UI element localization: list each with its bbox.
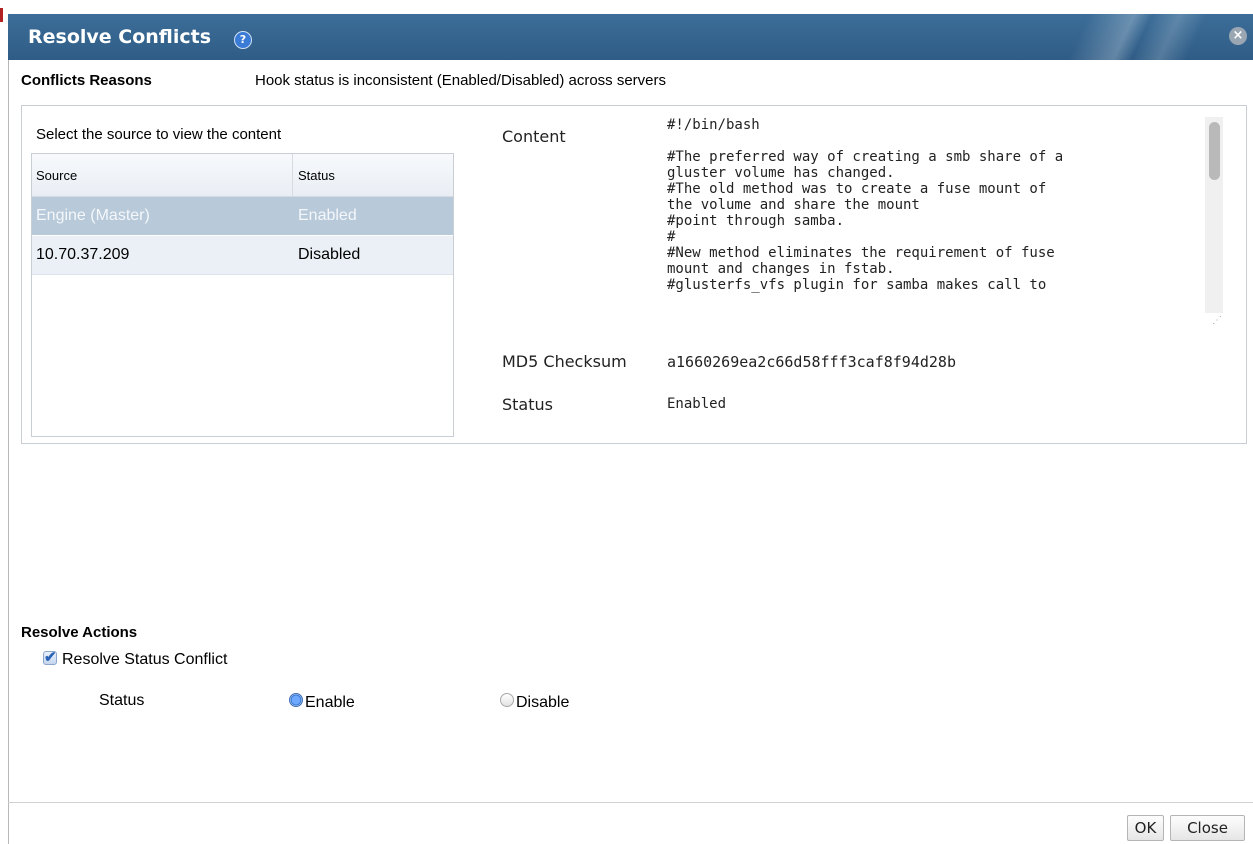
dialog-titlebar: Resolve Conflicts ? × bbox=[8, 14, 1253, 60]
status-label: Status bbox=[502, 395, 553, 414]
resolve-actions-label: Resolve Actions bbox=[21, 624, 138, 641]
action-status-label: Status bbox=[99, 692, 145, 709]
md5-checksum-label: MD5 Checksum bbox=[502, 352, 627, 371]
row-source: Engine (Master) bbox=[36, 207, 150, 224]
close-icon[interactable]: × bbox=[1229, 27, 1247, 45]
source-table-header: Source Status bbox=[32, 154, 453, 197]
disable-radio[interactable] bbox=[500, 693, 514, 707]
column-header-source[interactable]: Source bbox=[36, 168, 77, 183]
source-caption: Select the source to view the content bbox=[36, 126, 282, 143]
column-header-status[interactable]: Status bbox=[298, 168, 335, 183]
enable-radio[interactable] bbox=[289, 693, 303, 707]
row-status: Enabled bbox=[298, 207, 357, 224]
md5-checksum-value: a1660269ea2c66d58fff3caf8f94d28b bbox=[667, 353, 956, 371]
close-button[interactable]: Close bbox=[1170, 815, 1245, 841]
content-scrollbar-thumb[interactable] bbox=[1209, 122, 1220, 180]
ok-button[interactable]: OK bbox=[1127, 815, 1164, 841]
row-status: Disabled bbox=[298, 246, 361, 263]
check-icon: ✔ bbox=[44, 649, 57, 666]
dialog-title: Resolve Conflicts bbox=[28, 26, 212, 48]
content-text: #!/bin/bash #The preferred way of creati… bbox=[667, 117, 1064, 293]
disable-radio-label[interactable]: Disable bbox=[516, 694, 569, 712]
resize-grip-icon[interactable]: ⋰ bbox=[1212, 315, 1222, 326]
conflicts-reasons-label: Conflicts Reasons bbox=[21, 72, 152, 89]
conflicts-reasons-text: Hook status is inconsistent (Enabled/Dis… bbox=[255, 72, 667, 89]
help-icon[interactable]: ? bbox=[234, 31, 252, 49]
table-row[interactable]: Engine (Master) Enabled bbox=[32, 197, 453, 235]
resolve-status-checkbox[interactable]: ✔ bbox=[43, 649, 57, 666]
status-value: Enabled bbox=[667, 396, 727, 412]
resolve-status-checkbox-label[interactable]: Resolve Status Conflict bbox=[62, 651, 227, 669]
left-edge bbox=[0, 8, 6, 844]
table-row[interactable]: 10.70.37.209 Disabled bbox=[32, 236, 453, 275]
content-textarea[interactable]: #!/bin/bash #The preferred way of creati… bbox=[667, 117, 1227, 330]
enable-radio-label[interactable]: Enable bbox=[305, 694, 355, 712]
row-source: 10.70.37.209 bbox=[36, 246, 130, 263]
source-table: Source Status Engine (Master) Enabled 10… bbox=[31, 153, 454, 437]
footer-divider bbox=[8, 802, 1253, 803]
content-label: Content bbox=[502, 127, 566, 146]
